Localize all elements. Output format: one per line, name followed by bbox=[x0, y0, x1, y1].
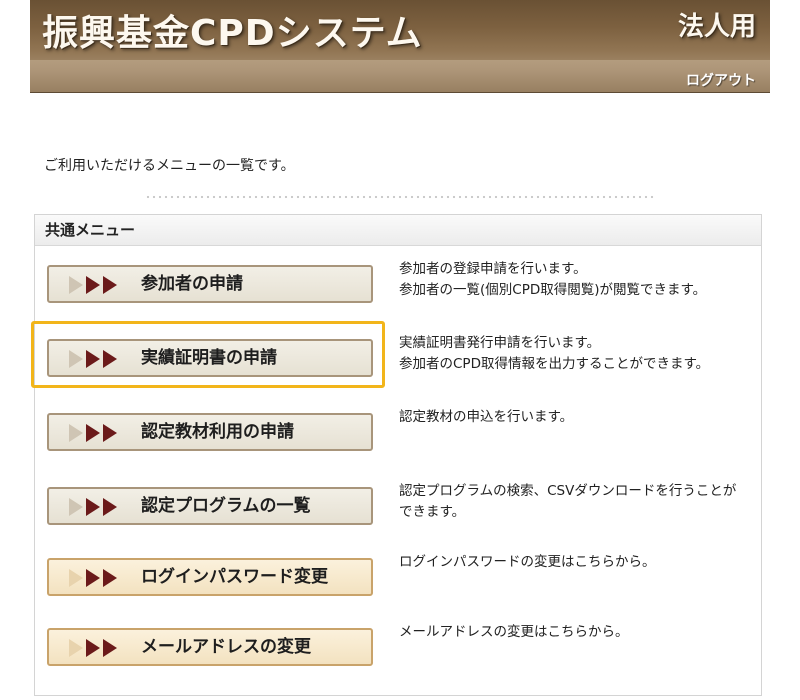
button-label: ログインパスワード変更 bbox=[141, 567, 328, 587]
description-line: できます。 bbox=[399, 504, 466, 520]
participant-application-button[interactable]: 参加者の申請 bbox=[47, 265, 373, 303]
menu-description: 認定プログラムの検索、CSVダウンロードを行うことが できます。 bbox=[399, 481, 759, 523]
description-line: 参加者の登録申請を行います。 bbox=[399, 261, 587, 277]
logout-link[interactable]: ログアウト bbox=[686, 70, 756, 90]
description-line: 認定プログラムの検索、CSVダウンロードを行うことが bbox=[399, 483, 737, 499]
intro-text: ご利用いただけるメニューの一覧です。 bbox=[44, 158, 295, 174]
description-line: 実績証明書発行申請を行います。 bbox=[399, 335, 601, 351]
double-arrow-icon bbox=[69, 639, 117, 657]
button-label: 参加者の申請 bbox=[141, 274, 243, 294]
dotted-divider bbox=[145, 194, 655, 200]
menu-description: ログインパスワードの変更はこちらから。 bbox=[399, 552, 759, 573]
corporate-badge: 法人用 bbox=[677, 12, 756, 42]
double-arrow-icon bbox=[69, 276, 117, 294]
button-label: 認定プログラムの一覧 bbox=[141, 496, 311, 516]
program-list-button[interactable]: 認定プログラムの一覧 bbox=[47, 487, 373, 525]
double-arrow-icon bbox=[69, 350, 117, 368]
common-menu-panel: 共通メニュー 参加者の申請 参加者の登録申請を行います。 参加者の一覧(個別CP… bbox=[34, 214, 762, 696]
email-change-button[interactable]: メールアドレスの変更 bbox=[47, 628, 373, 666]
menu-description: 参加者の登録申請を行います。 参加者の一覧(個別CPD取得閲覧)が閲覧できます。 bbox=[399, 259, 759, 301]
description-line: メールアドレスの変更はこちらから。 bbox=[399, 624, 629, 640]
password-change-button[interactable]: ログインパスワード変更 bbox=[47, 558, 373, 596]
menu-description: 実績証明書発行申請を行います。 参加者のCPD取得情報を出力することができます。 bbox=[399, 333, 759, 375]
menu-description: 認定教材の申込を行います。 bbox=[399, 407, 759, 428]
double-arrow-icon bbox=[69, 498, 117, 516]
double-arrow-icon bbox=[69, 569, 117, 587]
double-arrow-icon bbox=[69, 424, 117, 442]
button-label: 認定教材利用の申請 bbox=[141, 422, 294, 442]
header-banner: 振興基金CPDシステム 法人用 ログアウト bbox=[30, 0, 770, 93]
button-label: 実績証明書の申請 bbox=[141, 348, 277, 368]
description-line: 参加者のCPD取得情報を出力することができます。 bbox=[399, 356, 710, 372]
system-title: 振興基金CPDシステム bbox=[42, 13, 423, 54]
button-label: メールアドレスの変更 bbox=[141, 637, 311, 657]
description-line: 認定教材の申込を行います。 bbox=[399, 409, 574, 425]
panel-heading: 共通メニュー bbox=[35, 215, 761, 246]
menu-description: メールアドレスの変更はこちらから。 bbox=[399, 622, 759, 643]
certificate-application-button[interactable]: 実績証明書の申請 bbox=[47, 339, 373, 377]
material-application-button[interactable]: 認定教材利用の申請 bbox=[47, 413, 373, 451]
description-line: ログインパスワードの変更はこちらから。 bbox=[399, 554, 656, 570]
description-line: 参加者の一覧(個別CPD取得閲覧)が閲覧できます。 bbox=[399, 282, 707, 298]
